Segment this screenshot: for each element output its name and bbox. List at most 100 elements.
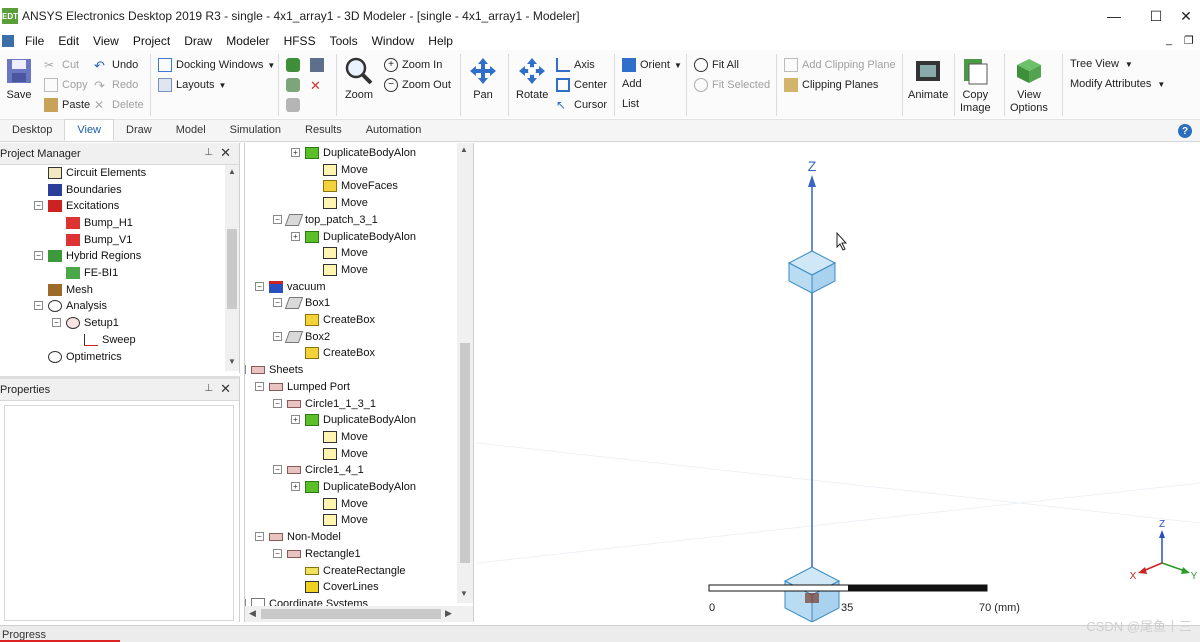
doc-minimize-button[interactable]: _ — [1166, 34, 1172, 46]
tree-item-analysis[interactable]: Analysis — [48, 298, 107, 314]
orient-button[interactable]: Orient ▼ — [622, 58, 682, 72]
tab-model[interactable]: Model — [164, 119, 218, 141]
tree-item[interactable]: Move — [323, 446, 368, 462]
project-tree-scrollbar[interactable]: ▲ ▼ — [225, 165, 239, 371]
tree-item[interactable]: Move — [323, 195, 368, 211]
pin-icon[interactable]: ⊥ — [204, 147, 213, 158]
tree-item[interactable]: DuplicateBodyAlon — [305, 229, 416, 245]
scroll-up-icon[interactable]: ▲ — [457, 145, 471, 157]
tree-item-circuit-elements[interactable]: Circuit Elements — [48, 165, 146, 181]
tree-item[interactable]: Move — [323, 496, 368, 512]
scroll-left-icon[interactable]: ◀ — [249, 608, 256, 619]
tree-item[interactable]: DuplicateBodyAlon — [305, 412, 416, 428]
menu-draw[interactable]: Draw — [177, 34, 219, 48]
copy-button[interactable]: Copy — [44, 78, 88, 92]
tree-item[interactable]: Circle1_1_3_1 — [287, 396, 376, 412]
scroll-down-icon[interactable]: ▼ — [457, 589, 471, 601]
collapse-toggle[interactable]: − — [273, 298, 282, 308]
add-clipping-plane-button[interactable]: Add Clipping Plane — [784, 58, 896, 72]
scrollbar-thumb[interactable] — [460, 343, 470, 563]
scrollbar-thumb[interactable] — [261, 609, 441, 619]
copy-image-button[interactable]: Copy Image — [960, 56, 991, 115]
menu-file[interactable]: File — [18, 34, 51, 48]
menu-project[interactable]: Project — [126, 34, 177, 48]
zoom-out-button[interactable]: − Zoom Out — [384, 78, 451, 92]
select-edge-icon[interactable] — [286, 78, 300, 92]
tree-item-bump-v1[interactable]: Bump_V1 — [66, 232, 132, 248]
tree-item[interactable]: top_patch_3_1 — [284, 212, 378, 228]
tree-item[interactable]: MoveFaces — [323, 178, 398, 194]
viewport-canvas[interactable]: Z 0 35 70 (mm) Z X Y — [477, 143, 1200, 622]
menu-hfss[interactable]: HFSS — [277, 34, 323, 48]
animate-button[interactable]: Animate — [908, 56, 948, 102]
menu-tools[interactable]: Tools — [323, 34, 365, 48]
collapse-toggle[interactable]: − — [255, 381, 264, 391]
tree-item[interactable]: DuplicateBodyAlon — [305, 145, 416, 161]
close-window-button[interactable]: ✕ — [1176, 6, 1196, 26]
tree-item-fe-bi1[interactable]: FE-BI1 — [66, 265, 118, 281]
collapse-toggle[interactable]: − — [52, 318, 61, 327]
tree-item[interactable]: Lumped Port — [269, 379, 350, 395]
doc-restore-button[interactable]: ❐ — [1184, 34, 1194, 47]
scroll-right-icon[interactable]: ▶ — [445, 608, 452, 619]
redo-button[interactable]: ↷ Redo — [94, 78, 138, 93]
expand-toggle[interactable]: + — [291, 482, 300, 491]
tree-item-sweep[interactable]: Sweep — [84, 332, 136, 348]
tab-automation[interactable]: Automation — [354, 119, 434, 141]
collapse-toggle[interactable]: − — [34, 301, 43, 310]
select-vertex-icon[interactable] — [286, 98, 300, 112]
tree-item[interactable]: CreateBox — [305, 312, 375, 328]
axis-button[interactable]: Axis — [556, 58, 595, 72]
pan-button[interactable]: Pan — [468, 56, 498, 102]
deselect-icon[interactable]: ✕ — [310, 78, 324, 93]
menu-edit[interactable]: Edit — [51, 34, 86, 48]
delete-button[interactable]: ✕ Delete — [94, 98, 144, 112]
tree-item[interactable]: Move — [323, 429, 368, 445]
expand-toggle[interactable]: + — [291, 231, 300, 241]
tab-view[interactable]: View — [64, 119, 115, 141]
collapse-toggle[interactable]: − — [273, 214, 282, 224]
select-face-icon[interactable] — [310, 58, 324, 72]
help-icon[interactable]: ? — [1178, 124, 1192, 138]
fit-all-button[interactable]: Fit All — [694, 58, 739, 72]
rotate-button[interactable]: Rotate — [516, 56, 548, 102]
cursor-button[interactable]: ↖ Cursor — [556, 98, 607, 112]
tree-item[interactable]: CoverLines — [305, 579, 379, 595]
pin-icon[interactable]: ⊥ — [204, 383, 213, 394]
vacuum-box-upper[interactable] — [787, 250, 837, 294]
list-views-button[interactable]: List — [622, 98, 639, 110]
tree-item-setup1[interactable]: Setup1 — [66, 315, 119, 331]
menu-modeler[interactable]: Modeler — [219, 34, 276, 48]
undo-button[interactable]: ↶ Undo — [94, 58, 138, 73]
tree-item-excitations[interactable]: Excitations — [48, 198, 119, 214]
tree-item-mesh[interactable]: Mesh — [48, 282, 93, 298]
collapse-toggle[interactable]: − — [273, 398, 282, 408]
tree-item[interactable]: Circle1_4_1 — [287, 462, 364, 478]
3d-modeler-viewport[interactable]: Z 0 35 70 (mm) Z X Y — [477, 143, 1200, 622]
tree-item-boundaries[interactable]: Boundaries — [48, 182, 122, 198]
tree-item[interactable]: Box1 — [284, 295, 330, 311]
minimize-button[interactable]: — — [1104, 6, 1124, 26]
collapse-toggle[interactable]: − — [245, 365, 246, 375]
tree-item[interactable]: Non-Model — [269, 529, 341, 545]
tree-item[interactable]: Move — [323, 245, 368, 261]
zoom-in-button[interactable]: + Zoom In — [384, 58, 442, 72]
model-tree-vscrollbar[interactable]: ▲ ▼ — [457, 143, 473, 603]
maximize-button[interactable]: ☐ — [1146, 6, 1166, 26]
paste-button[interactable]: Paste — [44, 98, 90, 112]
scroll-up-icon[interactable]: ▲ — [225, 167, 239, 179]
menu-window[interactable]: Window — [365, 34, 422, 48]
clipping-planes-button[interactable]: Clipping Planes — [784, 78, 878, 92]
save-button[interactable]: Save — [4, 56, 34, 102]
tree-item[interactable]: Move — [323, 162, 368, 178]
tab-results[interactable]: Results — [293, 119, 354, 141]
tree-item[interactable]: CreateRectangle — [305, 563, 406, 579]
tree-item[interactable]: Box2 — [284, 329, 330, 345]
select-object-icon[interactable] — [286, 58, 300, 72]
tree-item[interactable]: DuplicateBodyAlon — [305, 479, 416, 495]
model-tree-hscrollbar[interactable]: ◀ ▶ — [245, 606, 473, 622]
collapse-toggle[interactable]: − — [34, 201, 43, 210]
collapse-toggle[interactable]: − — [34, 251, 43, 260]
document-icon[interactable] — [2, 35, 14, 47]
tree-item[interactable]: Move — [323, 512, 368, 528]
